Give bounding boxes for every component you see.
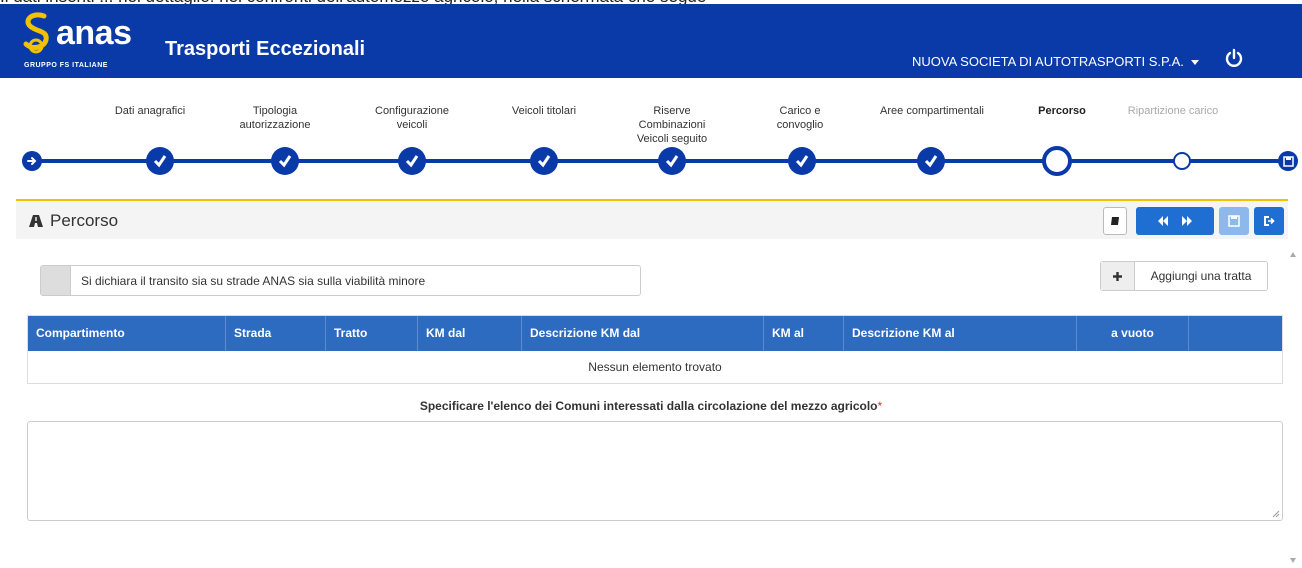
column-header-descrizione-km-al[interactable]: Descrizione KM al <box>844 316 1077 351</box>
step-label-tipologia: Tipologia autorizzazione <box>239 105 311 131</box>
arrow-right-icon <box>27 157 37 165</box>
checkmark-icon <box>537 155 551 168</box>
step-node-percorso[interactable] <box>1042 146 1072 176</box>
declare-transit-text: Si dichiara il transito sia su strade AN… <box>81 273 426 288</box>
wizard-start-node[interactable] <box>22 151 42 171</box>
step-label-configurazione: Configurazione veicoli <box>375 105 449 131</box>
comuni-textarea[interactable] <box>27 421 1283 521</box>
step-label-dati-anagrafici: Dati anagrafici <box>114 105 186 117</box>
required-mark: * <box>877 399 883 413</box>
table-header: Compartimento Strada Tratto KM dal Descr… <box>28 316 1282 351</box>
step-node-aree[interactable] <box>917 147 945 175</box>
wizard-save-node[interactable] <box>1278 151 1298 171</box>
app-title: Trasporti Eccezionali <box>165 38 366 60</box>
scroll-down-icon[interactable] <box>1290 558 1296 563</box>
panel-title: Percorso <box>28 211 118 231</box>
comuni-label: Specificare l'elenco dei Comuni interess… <box>0 399 1302 413</box>
step-label-percorso: Percorso <box>1038 105 1086 117</box>
exit-button[interactable] <box>1254 207 1284 235</box>
logo-wordmark: anas <box>56 14 132 52</box>
checkmark-icon <box>795 155 809 168</box>
declare-transit-field: Si dichiara il transito sia su strade AN… <box>40 265 641 296</box>
checkmark-icon <box>153 155 167 168</box>
checkmark-icon <box>278 155 292 168</box>
scroll-up-icon[interactable] <box>1290 252 1296 257</box>
chevron-down-icon <box>1190 60 1199 65</box>
step-node-veicoli-titolari[interactable] <box>530 147 558 175</box>
table-empty-message: Nessun elemento trovato <box>28 351 1282 383</box>
company-name: NUOVA SOCIETA DI AUTOTRASPORTI S.P.A. <box>912 54 1184 69</box>
logo-subtitle: GRUPPO FS ITALIANE <box>24 62 108 69</box>
step-node-configurazione[interactable] <box>398 147 426 175</box>
anas-logo[interactable]: anas GRUPPO FS ITALIANE <box>22 10 142 74</box>
step-label-carico: Carico e convoglio <box>776 105 824 131</box>
checkmark-icon <box>405 155 419 168</box>
step-node-ripartizione[interactable] <box>1173 152 1191 170</box>
checkmark-icon <box>665 155 679 168</box>
manual-button[interactable] <box>1103 207 1127 235</box>
resize-grip-icon[interactable] <box>1272 510 1280 518</box>
company-menu[interactable]: NUOVA SOCIETA DI AUTOTRASPORTI S.P.A. <box>912 54 1199 69</box>
panel-title-text: Percorso <box>50 211 119 230</box>
column-header-strada[interactable]: Strada <box>226 316 326 351</box>
column-header-descrizione-km-dal[interactable]: Descrizione KM dal <box>522 316 764 351</box>
step-node-carico[interactable] <box>788 147 816 175</box>
save-icon <box>1282 155 1294 167</box>
comuni-label-text: Specificare l'elenco dei Comuni interess… <box>419 399 878 413</box>
step-label-veicoli-titolari: Veicoli titolari <box>511 105 577 117</box>
step-label-riserve: Riserve Combinazioni Veicoli seguito <box>636 105 708 145</box>
column-header-km-dal[interactable]: KM dal <box>418 316 522 351</box>
power-icon[interactable] <box>1224 48 1244 68</box>
column-header-a-vuoto[interactable]: a vuoto <box>1077 316 1189 351</box>
save-icon <box>1228 215 1240 227</box>
sign-out-icon <box>1264 216 1275 226</box>
anas-s-icon <box>23 12 49 54</box>
column-header-actions <box>1189 316 1282 351</box>
step-node-dati-anagrafici[interactable] <box>146 147 174 175</box>
save-button[interactable] <box>1219 207 1249 235</box>
step-label-aree: Aree compartimentali <box>880 105 984 117</box>
add-segment-button[interactable]: Aggiungi una tratta <box>1100 261 1268 291</box>
column-header-tratto[interactable]: Tratto <box>326 316 418 351</box>
app-header: anas GRUPPO FS ITALIANE Trasporti Eccezi… <box>0 4 1302 78</box>
step-node-riserve[interactable] <box>658 147 686 175</box>
wizard-stepper: Dati anagrafici Tipologia autorizzazione… <box>0 80 1302 190</box>
panel-header: Percorso <box>16 201 1288 239</box>
step-node-tipologia[interactable] <box>271 147 299 175</box>
add-segment-label: Aggiungi una tratta <box>1150 269 1252 283</box>
route-table: Compartimento Strada Tratto KM dal Descr… <box>27 315 1283 384</box>
step-label-ripartizione: Ripartizione carico <box>1127 105 1219 117</box>
prev-next-icon <box>1158 216 1192 226</box>
checkmark-icon <box>924 155 938 168</box>
step-nav-buttons[interactable] <box>1136 207 1214 235</box>
column-header-compartimento[interactable]: Compartimento <box>28 316 226 351</box>
book-icon <box>1111 217 1119 225</box>
road-icon <box>29 215 43 227</box>
plus-icon <box>1101 262 1135 290</box>
column-header-km-al[interactable]: KM al <box>764 316 844 351</box>
declare-transit-toggle[interactable] <box>41 266 71 295</box>
